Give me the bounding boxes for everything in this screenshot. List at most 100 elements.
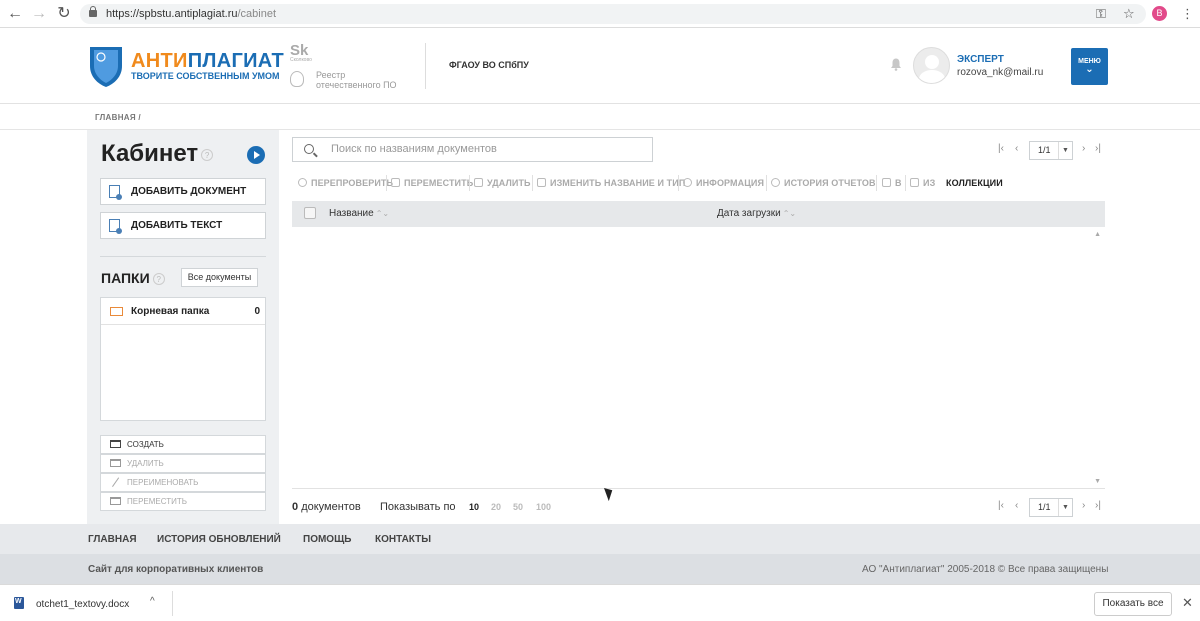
menu-button[interactable]: МЕНЮ ⌄ (1071, 48, 1108, 85)
reestr-line2: отечественного ПО (316, 80, 397, 90)
play-tutorial-icon[interactable] (247, 146, 265, 164)
column-name-label: Название (329, 208, 374, 219)
folder-icon (110, 307, 123, 316)
url-path: /cabinet (237, 8, 276, 20)
user-email[interactable]: rozova_nk@mail.ru (957, 67, 1043, 78)
delete-button[interactable]: УДАЛИТЬ (474, 173, 531, 193)
add-to-collection-button[interactable]: В (882, 173, 902, 193)
document-count: 0 документов (292, 501, 361, 513)
add-document-button[interactable]: ДОБАВИТЬ ДОКУМЕНТ (100, 178, 266, 205)
download-file-name[interactable]: otchet1_textovy.docx (36, 599, 129, 610)
reestr-line1: Реестр (316, 70, 346, 80)
page-size-10[interactable]: 10 (469, 502, 479, 512)
search-placeholder: Поиск по названиям документов (331, 143, 497, 155)
user-avatar[interactable] (913, 47, 950, 84)
header-divider (425, 43, 426, 89)
next-page-icon[interactable]: › (1082, 500, 1085, 511)
toolbar-separator (876, 175, 877, 191)
footer-link-help[interactable]: ПОМОЩЬ (303, 534, 351, 545)
chevron-up-icon[interactable]: ^ (150, 596, 155, 607)
url-host: https://spbstu.antiplagiat.ru (106, 8, 238, 20)
profile-avatar[interactable]: B (1152, 6, 1167, 21)
scroll-down-icon[interactable]: ▼ (1094, 478, 1101, 485)
footer-bottom: Сайт для корпоративных клиентов АО "Анти… (0, 554, 1200, 584)
footer-link-contacts[interactable]: КОНТАКТЫ (375, 534, 431, 545)
last-page-icon[interactable]: ›| (1095, 500, 1101, 511)
move-folder-label: ПЕРЕМЕСТИТЬ (127, 497, 188, 506)
word-document-icon (14, 597, 24, 609)
folder-add-icon (110, 440, 121, 448)
downloads-divider (172, 591, 173, 616)
breadcrumb[interactable]: ГЛАВНАЯ / (95, 113, 141, 122)
chevron-down-icon: ▼ (1058, 142, 1072, 159)
folder-item[interactable]: Корневая папка 0 (101, 298, 265, 325)
page-select[interactable]: 1/1 ▼ (1029, 498, 1073, 517)
delete-label: УДАЛИТЬ (487, 178, 531, 188)
search-input[interactable]: Поиск по названиям документов (292, 137, 653, 162)
browser-toolbar: ← → ↻ https://spbstu.antiplagiat.ru/cabi… (0, 0, 1200, 28)
page-size-100[interactable]: 100 (536, 502, 551, 512)
prev-page-icon[interactable]: ‹ (1015, 500, 1018, 511)
site-footer: ГЛАВНАЯ ИСТОРИЯ ОБНОВЛЕНИЙ ПОМОЩЬ КОНТАК… (0, 524, 1200, 584)
page-size-20[interactable]: 20 (491, 502, 501, 512)
column-date-header[interactable]: Дата загрузки ⌃⌄ (717, 201, 796, 227)
toolbar-separator (766, 175, 767, 191)
prev-page-icon[interactable]: ‹ (1015, 143, 1018, 154)
first-page-icon[interactable]: |‹ (998, 143, 1004, 154)
footer-link-updates[interactable]: ИСТОРИЯ ОБНОВЛЕНИЙ (157, 534, 281, 545)
add-text-button[interactable]: ДОБАВИТЬ ТЕКСТ (100, 212, 266, 239)
collections-label: КОЛЛЕКЦИИ (946, 178, 1003, 188)
select-all-checkbox[interactable] (304, 207, 316, 219)
user-role[interactable]: ЭКСПЕРТ (957, 54, 1004, 65)
rename-folder-button[interactable]: ПЕРЕИМЕНОВАТЬ (100, 473, 266, 492)
kebab-menu-icon[interactable]: ⋮ (1181, 6, 1194, 22)
toolbar-separator (469, 175, 470, 191)
recheck-icon (298, 178, 307, 187)
column-name-header[interactable]: Название ⌃⌄ (329, 201, 389, 227)
pencil-icon (112, 477, 120, 488)
move-folder-button[interactable]: ПЕРЕМЕСТИТЬ (100, 492, 266, 511)
rename-button[interactable]: ИЗМЕНИТЬ НАЗВАНИЕ И ТИП (537, 173, 685, 193)
trash-icon (474, 178, 483, 187)
help-icon[interactable]: ? (201, 148, 214, 161)
delete-folder-button[interactable]: УДАЛИТЬ (100, 454, 266, 473)
brand-tagline: ТВОРИТЕ СОБСТВЕННЫМ УМОМ (131, 71, 280, 81)
sidebar-divider (100, 256, 266, 257)
toolbar-separator (905, 175, 906, 191)
search-icon (304, 144, 314, 154)
create-folder-button[interactable]: СОЗДАТЬ (100, 435, 266, 454)
page-title: Кабинет? (101, 140, 214, 168)
first-page-icon[interactable]: |‹ (998, 500, 1004, 511)
document-count-value: 0 (292, 501, 299, 513)
address-bar[interactable]: https://spbstu.antiplagiat.ru/cabinet (80, 4, 1146, 24)
all-documents-button[interactable]: Все документы (181, 268, 258, 287)
key-icon[interactable]: ⚿ (1096, 6, 1106, 22)
move-label: ПЕРЕМЕСТИТЬ (404, 178, 474, 188)
close-icon[interactable]: ✕ (1182, 595, 1193, 611)
report-history-button[interactable]: ИСТОРИЯ ОТЧЕТОВ (771, 173, 876, 193)
brand-name[interactable]: АНТИПЛАГИАТ (131, 50, 284, 73)
page-size-50[interactable]: 50 (513, 502, 523, 512)
scroll-up-icon[interactable]: ▲ (1094, 231, 1101, 238)
corporate-link[interactable]: Сайт для корпоративных клиентов (88, 564, 263, 575)
remove-from-collection-button[interactable]: ИЗ (910, 173, 935, 193)
history-icon (771, 178, 780, 187)
last-page-icon[interactable]: ›| (1095, 143, 1101, 154)
show-all-button[interactable]: Показать все (1094, 592, 1172, 616)
info-button[interactable]: ИНФОРМАЦИЯ (683, 173, 764, 193)
next-page-icon[interactable]: › (1082, 143, 1085, 154)
footer-link-home[interactable]: ГЛАВНАЯ (88, 534, 137, 545)
antiplagiat-shield-icon[interactable] (88, 44, 124, 88)
edit-icon (537, 178, 546, 187)
page-select[interactable]: 1/1 ▼ (1029, 141, 1073, 160)
move-button[interactable]: ПЕРЕМЕСТИТЬ (391, 173, 473, 193)
bell-icon[interactable] (890, 58, 902, 71)
star-icon[interactable]: ☆ (1123, 6, 1135, 22)
reload-icon[interactable]: ↻ (55, 5, 73, 23)
recheck-button[interactable]: ПЕРЕПРОВЕРИТЬ (298, 173, 393, 193)
forward-arrow-icon[interactable]: → (30, 5, 48, 23)
toolbar-separator (386, 175, 387, 191)
add-text-label: ДОБАВИТЬ ТЕКСТ (131, 220, 223, 231)
folders-help-icon[interactable]: ? (152, 273, 165, 286)
back-arrow-icon[interactable]: ← (6, 5, 24, 23)
